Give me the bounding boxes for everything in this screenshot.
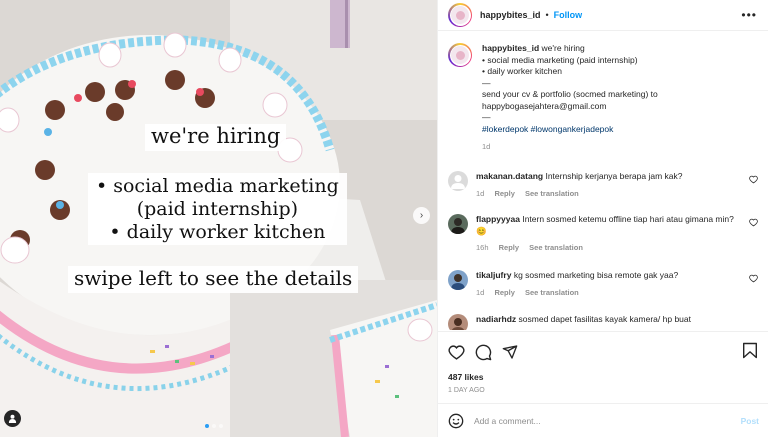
- caption-age: 1d: [482, 142, 491, 151]
- caption-line: —: [482, 77, 491, 88]
- header-separator: •: [545, 10, 549, 20]
- comment-avatar[interactable]: [448, 171, 468, 191]
- comment-meta: 16h Reply See translation: [476, 242, 744, 254]
- comment: tikaljufry kg sosmed marketing bisa remo…: [448, 270, 760, 298]
- media-text-position-2: • daily worker kitchen: [109, 220, 326, 243]
- comment-meta: 1d Reply See translation: [476, 188, 744, 200]
- media-text-swipe: swipe left to see the details: [68, 266, 359, 293]
- comment-body: flappyyyaa Intern sosmed ketemu offline …: [476, 214, 744, 254]
- comment-body: tikaljufry kg sosmed marketing bisa remo…: [476, 270, 744, 298]
- see-translation-button[interactable]: See translation: [525, 288, 579, 297]
- caption-line: send your cv & portfolio (socmed marketi…: [482, 89, 658, 99]
- post-time: 1 day ago: [448, 387, 485, 394]
- default-avatar-icon: [451, 175, 465, 189]
- media-text-position-1: • social media marketing: [96, 175, 339, 197]
- follow-button[interactable]: Follow: [554, 10, 583, 20]
- carousel-indicator: [205, 424, 223, 428]
- user-photo-icon: [451, 274, 465, 290]
- comment-text: kg sosmed marketing bisa remote gak yaa?: [513, 270, 679, 280]
- share-icon[interactable]: [502, 344, 518, 360]
- post-caption: happybites_id we're hiring • social medi…: [448, 43, 758, 153]
- comment-age: 1d: [476, 188, 485, 198]
- bookmark-icon[interactable]: [743, 342, 757, 359]
- comment-age: 16h: [476, 243, 489, 252]
- carousel-dot: [205, 424, 209, 428]
- comment-username[interactable]: makanan.datang: [476, 171, 543, 181]
- carousel-dot: [219, 424, 223, 428]
- caption-first-line: we're hiring: [541, 43, 585, 53]
- heart-icon[interactable]: [749, 175, 758, 184]
- instagram-post-view: we're hiring • social media marketing (p…: [0, 0, 768, 437]
- media-text-position-1-note: (paid internship): [136, 197, 299, 220]
- avatar[interactable]: [448, 3, 472, 27]
- heart-icon[interactable]: [749, 274, 758, 283]
- carousel-next-button[interactable]: ›: [413, 207, 430, 224]
- comment: makanan.datang Internship kerjanya berap…: [448, 171, 760, 199]
- post-comment-button[interactable]: Post: [741, 416, 759, 426]
- emoji-icon[interactable]: [448, 413, 464, 429]
- caption-line: happybogasejahtera@gmail.com: [482, 100, 607, 111]
- comment: flappyyyaa Intern sosmed ketemu offline …: [448, 214, 760, 254]
- comment-text: Internship kerjanya berapa jam kak?: [545, 171, 683, 181]
- comment-avatar[interactable]: [448, 314, 468, 330]
- caption-line: —: [482, 112, 491, 122]
- comment-body: makanan.datang Internship kerjanya berap…: [476, 171, 744, 199]
- see-translation-button[interactable]: See translation: [529, 243, 583, 252]
- caption-text: happybites_id we're hiring • social medi…: [482, 43, 658, 153]
- caption-hashtags[interactable]: #lokerdepok #lowongankerjadepok: [482, 124, 658, 136]
- caption-line: • social media marketing (paid internshi…: [482, 54, 638, 65]
- media-text-positions: • social media marketing (paid internshi…: [88, 173, 347, 246]
- reply-button[interactable]: Reply: [494, 189, 514, 198]
- comment-body: nadiarhdz sosmed dapet fasilitas kayak k…: [476, 314, 744, 330]
- add-comment-bar: Post: [438, 403, 768, 437]
- chevron-right-icon: ›: [419, 210, 424, 221]
- carousel-dot: [212, 424, 216, 428]
- reply-button[interactable]: Reply: [494, 288, 514, 297]
- comment-username[interactable]: nadiarhdz: [476, 314, 516, 324]
- reply-button[interactable]: Reply: [499, 243, 519, 252]
- heart-icon[interactable]: [749, 218, 758, 227]
- see-translation-button[interactable]: See translation: [525, 189, 579, 198]
- heart-icon[interactable]: [448, 344, 465, 361]
- comment-icon[interactable]: [475, 344, 492, 361]
- comment-text: sosmed dapet fasilitas kayak kamera/ hp …: [518, 314, 691, 324]
- caption-line: • daily worker kitchen: [482, 66, 562, 76]
- comment-avatar[interactable]: [448, 214, 468, 234]
- post-actions: 487 likes 1 day ago: [438, 331, 768, 394]
- tagged-users-button[interactable]: [4, 410, 21, 427]
- comment-avatar[interactable]: [448, 270, 468, 290]
- caption-username[interactable]: happybites_id: [482, 43, 539, 53]
- comment: nadiarhdz sosmed dapet fasilitas kayak k…: [448, 314, 760, 330]
- comment-input[interactable]: [474, 415, 741, 426]
- comment-username[interactable]: flappyyyaa: [476, 214, 520, 224]
- post-side-panel: happybites_id • Follow ••• happybites_id…: [437, 0, 768, 437]
- comment-username[interactable]: tikaljufry: [476, 270, 511, 280]
- more-horizontal-icon[interactable]: •••: [741, 8, 757, 22]
- media-text-hiring: we're hiring: [145, 124, 287, 151]
- user-photo-icon: [451, 318, 465, 330]
- caption-avatar[interactable]: [448, 43, 472, 67]
- post-header: happybites_id • Follow •••: [438, 0, 768, 31]
- comment-age: 1d: [476, 287, 485, 297]
- post-media[interactable]: we're hiring • social media marketing (p…: [0, 0, 437, 437]
- likes-count[interactable]: 487 likes: [448, 372, 759, 382]
- user-icon: [8, 414, 17, 423]
- action-icons: [448, 342, 759, 362]
- user-photo-icon: [451, 218, 465, 234]
- comment-meta: 1d Reply See translation: [476, 287, 744, 299]
- header-username[interactable]: happybites_id: [480, 10, 541, 20]
